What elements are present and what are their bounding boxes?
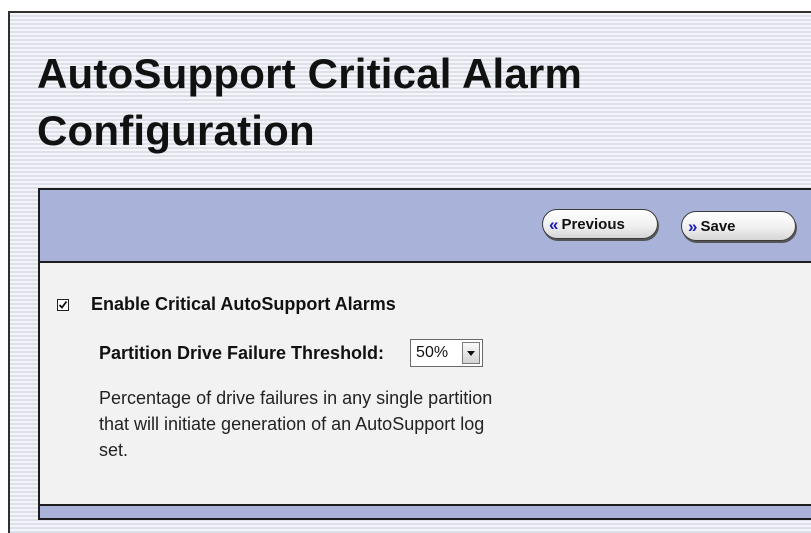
previous-button[interactable]: « Previous: [542, 209, 658, 239]
threshold-label: Partition Drive Failure Threshold:: [99, 342, 385, 363]
threshold-select[interactable]: 50%: [410, 339, 484, 367]
enable-alarms-label: Enable Critical AutoSupport Alarms: [91, 294, 396, 314]
config-panel: « Previous » Save Enable Critical AutoSu…: [38, 188, 811, 520]
enable-alarms-row: Enable Critical AutoSupport Alarms: [57, 294, 396, 315]
checkmark-icon: [58, 300, 68, 309]
panel-toolbar: « Previous » Save: [40, 190, 811, 263]
threshold-select-value: 50%: [416, 344, 449, 361]
dropdown-arrow-icon: [462, 342, 481, 364]
save-button-label: Save: [700, 217, 736, 235]
window-frame: AutoSupport Critical Alarm Configuration…: [8, 11, 811, 533]
double-chevron-left-icon: «: [549, 214, 559, 234]
threshold-description: Percentage of drive failures in any sing…: [99, 388, 493, 460]
previous-button-label: Previous: [561, 215, 625, 233]
save-button[interactable]: » Save: [681, 211, 796, 241]
double-chevron-right-icon: »: [688, 216, 698, 236]
page-title: AutoSupport Critical Alarm Configuration: [37, 50, 583, 154]
threshold-row: Partition Drive Failure Threshold: 50%: [99, 339, 484, 367]
enable-alarms-checkbox[interactable]: [57, 298, 69, 311]
panel-footer: [40, 504, 811, 518]
